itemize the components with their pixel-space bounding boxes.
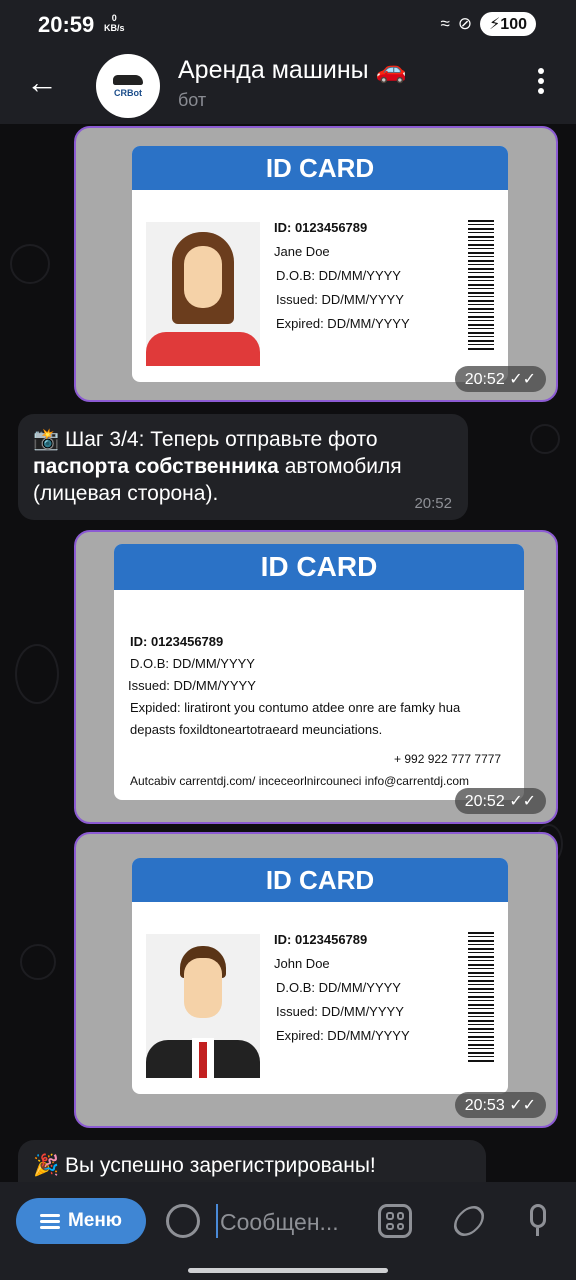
card-heading: ID CARD [132, 858, 508, 902]
message-time-text: 20:53 [464, 1097, 505, 1114]
background-doodle [10, 244, 50, 284]
apps-icon[interactable] [378, 1204, 412, 1238]
id-card-image: ID CARD ID: 0123456789 John Doe D.O.B: D… [132, 858, 508, 1094]
paperclip-icon[interactable] [448, 1200, 490, 1242]
chat-title[interactable]: Аренда машины 🚗 [178, 56, 407, 85]
card-line: Expired: DD/MM/YYYY [276, 316, 410, 331]
message-input[interactable] [220, 1202, 360, 1242]
network-speed-unit: KB/s [104, 23, 125, 33]
camera-emoji: 📸 [33, 428, 60, 451]
home-indicator[interactable] [188, 1268, 388, 1273]
bot-message[interactable]: 📸 Шаг 3/4: Теперь отправьте фото паспорт… [18, 414, 468, 520]
message-text-bold: паспорта собственника [33, 455, 279, 478]
text-cursor [216, 1204, 218, 1238]
barcode-image [468, 932, 494, 1062]
photo-message[interactable]: ID CARD ID: 0123456789 John Doe D.O.B: D… [74, 832, 558, 1128]
chat-header: ← CRBot Аренда машины 🚗 бот [0, 48, 576, 124]
avatar-brand: CRBot [114, 87, 142, 98]
card-line: Issued: DD/MM/YYYY [128, 678, 256, 693]
bot-menu-label: Меню [67, 1210, 123, 1231]
card-line: + 992 922 777 7777 [394, 752, 502, 766]
card-line: John Doe [274, 956, 330, 971]
network-speed: 0 KB/s [104, 13, 125, 33]
double-check-icon: ✓✓ [509, 793, 536, 810]
message-time-text: 20:52 [464, 793, 505, 810]
card-line: ID: 0123456789 [130, 634, 224, 649]
message-time-text: 20:52 [464, 371, 505, 388]
car-logo-icon [113, 74, 143, 85]
card-line: ID: 0123456789 [274, 220, 368, 235]
battery-level: 100 [500, 16, 527, 33]
card-line: D.O.B: DD/MM/YYYY [276, 268, 401, 283]
card-line: Jane Doe [274, 244, 330, 259]
portrait-female [146, 222, 260, 366]
hamburger-icon [39, 1211, 60, 1232]
back-arrow-icon[interactable]: ← [26, 64, 58, 100]
chat-subtitle: бот [178, 90, 207, 110]
double-check-icon: ✓✓ [509, 1097, 536, 1114]
status-time: 20:59 [38, 12, 95, 37]
message-text-part: Шаг 3/4: Теперь отправьте фото [59, 428, 378, 451]
card-heading: ID CARD [114, 544, 524, 590]
wifi-icon: ≈ [440, 14, 450, 33]
id-card-image: ID CARD ID: 0123456789 D.O.B: DD/MM/YYYY… [114, 544, 524, 800]
gesture-nav-bar [0, 1262, 576, 1280]
message-text-part: Вы успешно зарегистрированы! [59, 1154, 376, 1177]
id-card-image: ID CARD ID: 0123456789 Jane Doe D.O.B: D… [132, 146, 508, 382]
message-text: 🎉 Вы успешно зарегистрированы! [33, 1152, 376, 1179]
message-time: 20:53 ✓✓ [454, 1092, 546, 1118]
bot-menu-button[interactable]: Меню [16, 1198, 146, 1244]
photo-message[interactable]: ID CARD ID: 0123456789 D.O.B: DD/MM/YYYY… [74, 530, 558, 824]
do-not-disturb-icon: ⊘ [457, 14, 473, 33]
portrait-male [146, 934, 260, 1078]
party-emoji: 🎉 [33, 1154, 60, 1177]
more-vertical-icon[interactable] [538, 68, 546, 98]
card-line: ID: 0123456789 [274, 932, 368, 947]
card-line: Issued: DD/MM/YYYY [276, 292, 404, 307]
message-time: 20:52 ✓✓ [454, 366, 546, 392]
card-line: Expided: liratiront you contumo atdee on… [130, 700, 461, 715]
network-speed-value: 0 [111, 13, 117, 23]
card-line: depasts foxildtoneartotraeard meunciatio… [130, 722, 383, 737]
card-line: Issued: DD/MM/YYYY [276, 1004, 404, 1019]
barcode-image [468, 220, 494, 350]
card-line: D.O.B: DD/MM/YYYY [130, 656, 255, 671]
photo-message[interactable]: ID CARD ID: 0123456789 Jane Doe D.O.B: D… [74, 126, 558, 402]
status-bar: 20:59 0 KB/s ≈ ⊘ ⚡100 [0, 0, 576, 48]
double-check-icon: ✓✓ [509, 371, 536, 388]
message-text: 📸 Шаг 3/4: Теперь отправьте фото паспорт… [33, 426, 463, 507]
microphone-icon[interactable] [526, 1204, 550, 1238]
background-doodle [15, 644, 59, 704]
card-line: D.O.B: DD/MM/YYYY [276, 980, 401, 995]
card-line: Autcabiv carrentdj.com/ inceceorlnircoun… [130, 774, 469, 788]
message-time: 20:52 ✓✓ [454, 788, 546, 814]
background-doodle [530, 424, 560, 454]
battery-indicator: ⚡100 [480, 12, 536, 36]
background-doodle [20, 944, 56, 980]
card-heading: ID CARD [132, 146, 508, 190]
message-composer: Меню [0, 1182, 576, 1262]
card-line: Expired: DD/MM/YYYY [276, 1028, 410, 1043]
chat-messages[interactable]: ID CARD ID: 0123456789 Jane Doe D.O.B: D… [0, 124, 576, 1182]
bot-message[interactable]: 🎉 Вы успешно зарегистрированы! [18, 1140, 486, 1182]
message-time-text: 20:52 [414, 495, 452, 512]
bot-avatar[interactable]: CRBot [96, 54, 160, 118]
emoji-icon[interactable] [166, 1204, 200, 1238]
